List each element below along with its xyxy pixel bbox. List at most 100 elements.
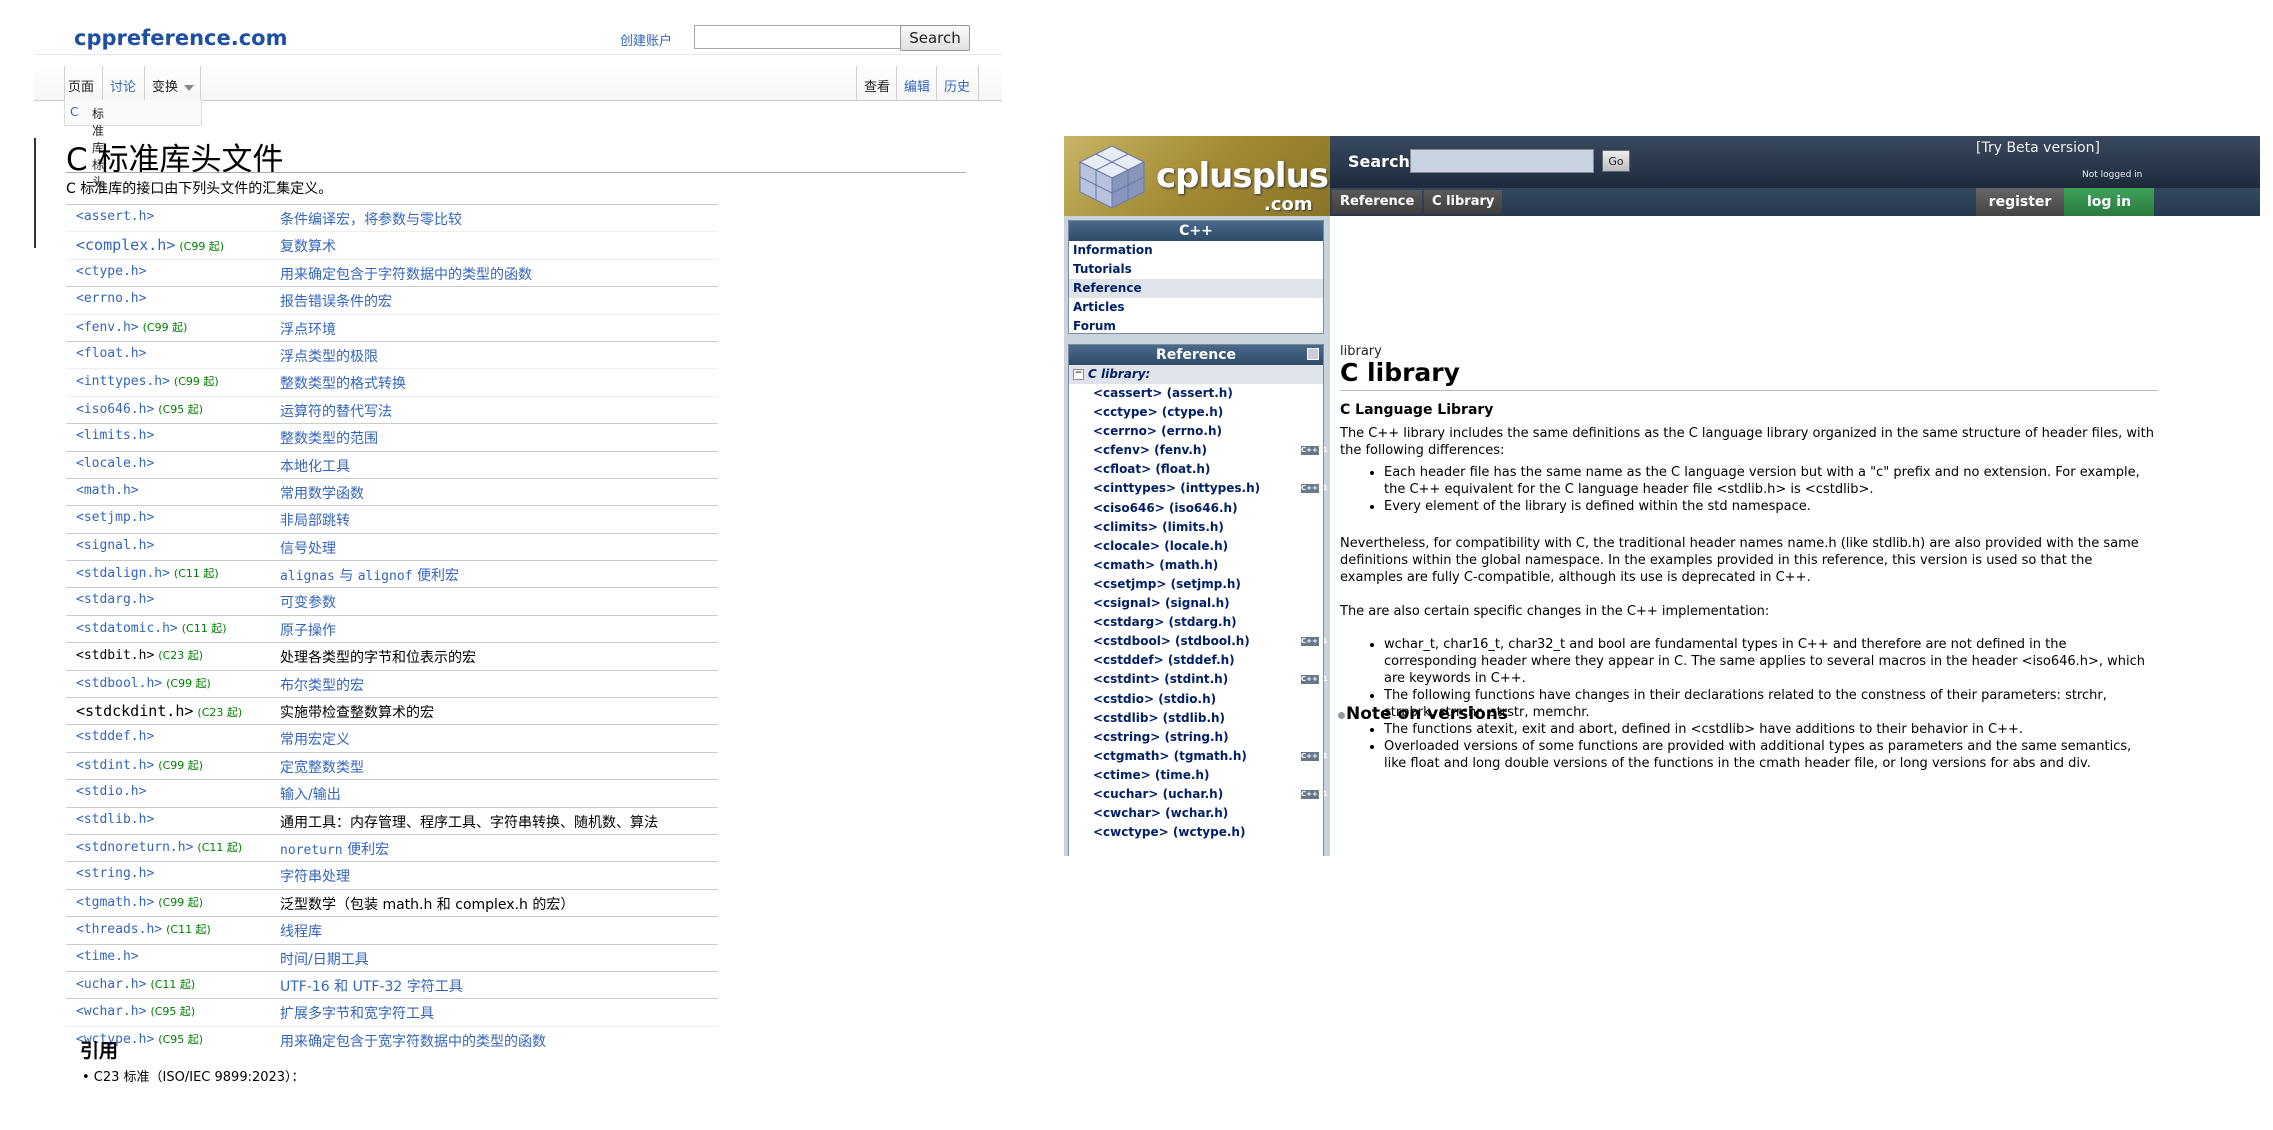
sidebar-lib-item[interactable]: <ctgmath> (tgmath.h) C++11 xyxy=(1069,747,1328,766)
header-name-link[interactable]: <fenv.h> (C99 起) xyxy=(76,319,187,335)
breadcrumb-c-link[interactable]: C xyxy=(70,105,78,119)
tab-discussion[interactable]: 讨论 xyxy=(110,76,136,95)
header-description[interactable]: 时间/日期工具 xyxy=(280,949,369,969)
site-logo[interactable]: cppreference.com xyxy=(74,26,287,50)
header-name-link[interactable]: <limits.h> xyxy=(76,428,154,443)
header-name-link[interactable]: <wchar.h> (C95 起) xyxy=(76,1003,195,1019)
header-name-link[interactable]: <stddef.h> xyxy=(76,729,154,744)
header-name-link[interactable]: <stdint.h> (C99 起) xyxy=(76,757,203,773)
sidebar-lib-item[interactable]: <cstdbool> (stdbool.h) C++11 xyxy=(1069,632,1328,651)
header-description[interactable]: 实施带检查整数算术的宏 xyxy=(280,702,434,722)
tab-page[interactable]: 页面 xyxy=(68,76,94,95)
collapse-icon[interactable]: − xyxy=(1073,369,1084,380)
header-description[interactable]: 整数类型的范围 xyxy=(280,428,378,448)
header-description[interactable]: 本地化工具 xyxy=(280,456,350,476)
sidebar-lib-item[interactable]: <cassert> (assert.h) xyxy=(1069,384,1323,403)
header-description[interactable]: UTF-16 和 UTF-32 字符工具 xyxy=(280,976,463,996)
header-name-link[interactable]: <stdbit.h> (C23 起) xyxy=(76,647,203,663)
header-name-link[interactable]: <threads.h> (C11 起) xyxy=(76,921,211,937)
header-name-link[interactable]: <stdarg.h> xyxy=(76,592,154,607)
search-input[interactable] xyxy=(694,25,932,49)
header-name-link[interactable]: <tgmath.h> (C99 起) xyxy=(76,894,203,910)
header-name-link[interactable]: <signal.h> xyxy=(76,538,154,553)
header-description[interactable]: 整数类型的格式转换 xyxy=(280,373,406,393)
create-account-link[interactable]: 创建账户 xyxy=(620,30,672,49)
header-name-link[interactable]: <stdlib.h> xyxy=(76,812,154,827)
header-description[interactable]: 处理各类型的字节和位表示的宏 xyxy=(280,647,476,667)
sidebar-item-articles[interactable]: Articles xyxy=(1069,298,1323,317)
header-description[interactable]: 通用工具：内存管理、程序工具、字符串转换、随机数、算法 xyxy=(280,812,658,832)
sidebar-lib-item[interactable]: <cinttypes> (inttypes.h) C++11 xyxy=(1069,479,1328,498)
search-input[interactable] xyxy=(1410,149,1594,173)
header-description[interactable]: 定宽整数类型 xyxy=(280,757,364,777)
sidebar-item-information[interactable]: Information xyxy=(1069,241,1323,260)
header-name-link[interactable]: <complex.h> (C99 起) xyxy=(76,236,224,254)
login-button[interactable]: log in xyxy=(2064,188,2154,216)
sidebar-lib-item[interactable]: <cstdlib> (stdlib.h) xyxy=(1069,709,1323,728)
sidebar-lib-item[interactable]: <cwctype> (wctype.h) xyxy=(1069,823,1323,842)
header-name-link[interactable]: <uchar.h> (C11 起) xyxy=(76,976,195,992)
header-description[interactable]: 用来确定包含于宽字符数据中的类型的函数 xyxy=(280,1031,546,1051)
header-description[interactable]: 布尔类型的宏 xyxy=(280,675,364,695)
sidebar-lib-item[interactable]: <ciso646> (iso646.h) xyxy=(1069,499,1323,518)
header-description[interactable]: 常用数学函数 xyxy=(280,483,364,503)
sidebar-lib-item[interactable]: <ctime> (time.h) xyxy=(1069,766,1323,785)
register-button[interactable]: register xyxy=(1976,188,2064,216)
sidebar-lib-item[interactable]: <cuchar> (uchar.h) C++11 xyxy=(1069,785,1328,804)
sidebar-item-reference[interactable]: Reference xyxy=(1069,279,1323,298)
header-name-link[interactable]: <stdbool.h> (C99 起) xyxy=(76,675,211,691)
sidebar-item-forum[interactable]: Forum xyxy=(1069,317,1323,336)
site-logo[interactable]: cplusplus .com xyxy=(1064,136,1330,216)
header-name-link[interactable]: <assert.h> xyxy=(76,209,154,224)
header-name-link[interactable]: <inttypes.h> (C99 起) xyxy=(76,373,219,389)
nav-c-library[interactable]: C library xyxy=(1424,190,1503,214)
header-description[interactable]: 可变参数 xyxy=(280,592,336,612)
header-name-link[interactable]: <string.h> xyxy=(76,866,154,881)
sidebar-lib-item[interactable]: <cstdio> (stdio.h) xyxy=(1069,690,1323,709)
sidebar-lib-item[interactable]: <cfenv> (fenv.h) C++11 xyxy=(1069,441,1328,460)
header-name-link[interactable]: <stdckdint.h> (C23 起) xyxy=(76,702,242,720)
sidebar-lib-item[interactable]: <cstddef> (stddef.h) xyxy=(1069,651,1323,670)
sidebar-lib-item[interactable]: <cstdint> (stdint.h) C++11 xyxy=(1069,670,1328,689)
breadcrumb[interactable]: library xyxy=(1340,344,1382,359)
reference-item[interactable]: • C23 标准（ISO/IEC 9899:2023）： xyxy=(82,1066,305,1085)
header-name-link[interactable]: <time.h> xyxy=(76,949,139,964)
header-description[interactable]: 报告错误条件的宏 xyxy=(280,291,392,311)
tab-variants[interactable]: 变换 xyxy=(152,76,195,95)
header-description[interactable]: 扩展多字节和宽字符工具 xyxy=(280,1003,434,1023)
tab-view[interactable]: 查看 xyxy=(864,76,890,95)
header-description[interactable]: noreturn 便利宏 xyxy=(280,839,389,859)
header-name-link[interactable]: <setjmp.h> xyxy=(76,510,154,525)
sidebar-lib-item[interactable]: <cstdarg> (stdarg.h) xyxy=(1069,613,1323,632)
sidebar-lib-item[interactable]: <cwchar> (wchar.h) xyxy=(1069,804,1323,823)
header-description[interactable]: 泛型数学（包装 math.h 和 complex.h 的宏） xyxy=(280,894,574,914)
sidebar-item-tutorials[interactable]: Tutorials xyxy=(1069,260,1323,279)
header-description[interactable]: 字符串处理 xyxy=(280,866,350,886)
try-beta-link[interactable]: [Try Beta version] xyxy=(1976,140,2100,156)
search-button[interactable]: Search xyxy=(900,25,970,51)
sidebar-item-c-library[interactable]: − C library: xyxy=(1069,365,1323,384)
sidebar-lib-item[interactable]: <climits> (limits.h) xyxy=(1069,518,1323,537)
header-description[interactable]: 浮点环境 xyxy=(280,319,336,339)
header-description[interactable]: 常用宏定义 xyxy=(280,729,350,749)
header-description[interactable]: 原子操作 xyxy=(280,620,336,640)
sidebar-lib-item[interactable]: <csetjmp> (setjmp.h) xyxy=(1069,575,1323,594)
sidebar-lib-item[interactable]: <csignal> (signal.h) xyxy=(1069,594,1323,613)
tab-history[interactable]: 历史 xyxy=(944,76,970,95)
header-description[interactable]: 用来确定包含于字符数据中的类型的函数 xyxy=(280,264,532,284)
header-description[interactable]: 浮点类型的极限 xyxy=(280,346,378,366)
header-name-link[interactable]: <errno.h> xyxy=(76,291,146,306)
header-description[interactable]: 输入/输出 xyxy=(280,784,341,804)
header-name-link[interactable]: <stdnoreturn.h> (C11 起) xyxy=(76,839,242,855)
header-description[interactable]: alignas 与 alignof 便利宏 xyxy=(280,565,459,585)
header-name-link[interactable]: <locale.h> xyxy=(76,456,154,471)
header-description[interactable]: 条件编译宏，将参数与零比较 xyxy=(280,209,462,229)
header-description[interactable]: 信号处理 xyxy=(280,538,336,558)
sidebar-lib-item[interactable]: <cerrno> (errno.h) xyxy=(1069,422,1323,441)
header-name-link[interactable]: <float.h> xyxy=(76,346,146,361)
header-name-link[interactable]: <iso646.h> (C95 起) xyxy=(76,401,203,417)
header-name-link[interactable]: <stdio.h> xyxy=(76,784,146,799)
sidebar-lib-item[interactable]: <clocale> (locale.h) xyxy=(1069,537,1323,556)
sidebar-lib-item[interactable]: <cstring> (string.h) xyxy=(1069,728,1323,747)
tab-edit[interactable]: 编辑 xyxy=(904,76,930,95)
